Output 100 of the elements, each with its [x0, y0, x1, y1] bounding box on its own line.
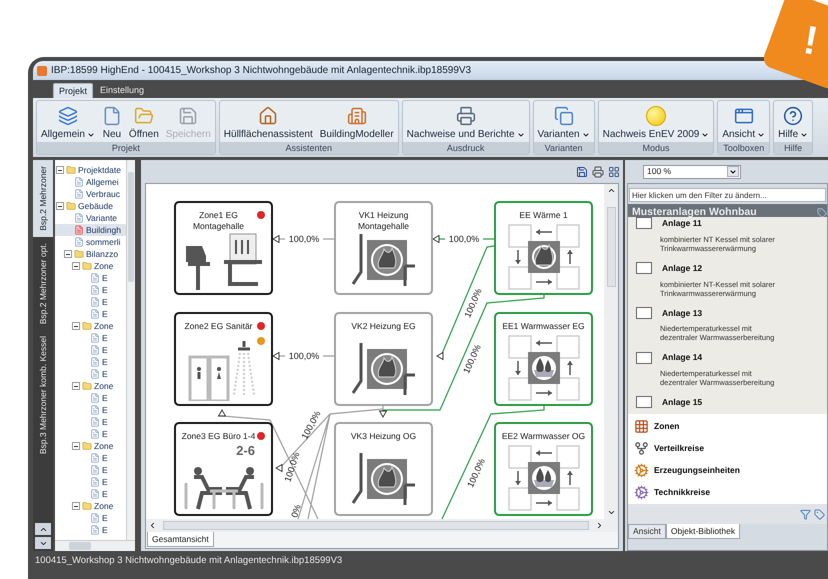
- tree-item-label[interactable]: Bilanzzo: [86, 250, 118, 258]
- ribbon-button[interactable]: Ansicht: [719, 101, 768, 142]
- collapse-toggle-icon[interactable]: [64, 250, 72, 258]
- category-item[interactable]: Zonen: [654, 420, 680, 432]
- scrollbar[interactable]: [55, 540, 135, 551]
- tree-item-label[interactable]: E: [102, 406, 108, 414]
- ribbon-button[interactable]: Hilfe: [775, 101, 812, 142]
- help-icon: [783, 106, 804, 126]
- tree-item-label[interactable]: E: [102, 454, 108, 462]
- tree-item-label[interactable]: E: [102, 346, 108, 354]
- save-icon[interactable]: [576, 166, 588, 178]
- ribbon-tab[interactable]: Projekt: [53, 83, 94, 98]
- ribbon-button[interactable]: Allgemein: [38, 101, 98, 142]
- edge-label: 100,0%: [288, 351, 320, 361]
- collapse-toggle-icon[interactable]: [72, 382, 80, 390]
- tree-item-label[interactable]: Zone: [94, 262, 114, 270]
- ribbon-button[interactable]: Varianten: [534, 101, 593, 142]
- ribbon-button[interactable]: Hüllflächenassistent: [220, 101, 316, 142]
- grid-icon[interactable]: [608, 166, 620, 178]
- tree-item-label[interactable]: Projektdate: [78, 166, 121, 174]
- side-tab[interactable]: Bsp.3 Mehrzoner komb. Kessel: [33, 330, 53, 460]
- panel-tab[interactable]: Objekt-Bibliothek: [666, 524, 740, 539]
- category-item[interactable]: Verteilkreise: [654, 442, 704, 454]
- tree-item-label[interactable]: Allgemei: [86, 178, 119, 186]
- tree-item-label[interactable]: E: [102, 394, 108, 402]
- side-tab[interactable]: Bsp.2 Mehrzoner: [33, 160, 53, 237]
- template-title[interactable]: Anlage 12: [662, 262, 702, 274]
- tree-item-label[interactable]: Zone: [94, 382, 114, 390]
- panel-tab[interactable]: Gesamtansicht: [147, 532, 214, 547]
- tree-item-label[interactable]: E: [102, 298, 108, 306]
- template-title[interactable]: Anlage 14: [662, 351, 702, 364]
- template-title[interactable]: Anlage 11: [662, 217, 702, 230]
- collapse-toggle-icon[interactable]: [56, 202, 64, 210]
- tree-row[interactable]: Buildingh: [55, 224, 126, 236]
- collapse-toggle-icon[interactable]: [72, 502, 80, 510]
- tag-icon[interactable]: [814, 508, 825, 520]
- tree-item-label[interactable]: Gebäude: [78, 202, 113, 210]
- windows-icon: [734, 106, 754, 126]
- tree-item-label[interactable]: Zone: [94, 322, 114, 330]
- tree-item-label[interactable]: E: [102, 478, 108, 486]
- tree-item-label[interactable]: E: [102, 490, 108, 498]
- filter-icon[interactable]: [800, 508, 811, 520]
- node-title: VK3 Heizung OG: [350, 431, 418, 442]
- app-logo-icon: [37, 66, 47, 76]
- node-title: EE1 Warmwasser EG: [501, 321, 586, 332]
- scrollbar[interactable]: [604, 184, 618, 519]
- document-icon: [90, 489, 100, 499]
- tree-item-label[interactable]: E: [102, 430, 108, 438]
- scroll-thumb[interactable]: [128, 172, 134, 282]
- zoom-select[interactable]: 100 %: [643, 164, 741, 178]
- template-thumbnail: [636, 396, 652, 408]
- tree-item-label[interactable]: E: [102, 334, 108, 342]
- ribbon-button[interactable]: Neu: [98, 101, 125, 142]
- tree-item-label[interactable]: E: [102, 370, 108, 378]
- filter-field[interactable]: Hier klicken um den Filter zu ändern...: [629, 188, 826, 202]
- category-item[interactable]: Erzeugungseinheiten: [654, 464, 740, 476]
- scrollbar[interactable]: [126, 160, 135, 540]
- collapse-toggle-icon[interactable]: [56, 166, 64, 174]
- tree-item-label[interactable]: E: [102, 274, 108, 282]
- collapse-toggle-icon[interactable]: [72, 322, 80, 330]
- tree-item-label[interactable]: Buildingh: [86, 226, 121, 234]
- collapse-toggle-icon[interactable]: [72, 262, 80, 270]
- tree-item-label[interactable]: E: [102, 286, 108, 294]
- side-tab[interactable]: Bsp.2 Mehrzoner opt.: [33, 236, 53, 330]
- tree-item-label[interactable]: sommerli: [86, 238, 120, 246]
- template-title[interactable]: Anlage 13: [662, 306, 702, 320]
- save-icon: [178, 106, 198, 126]
- scroll-thumb[interactable]: [163, 521, 589, 530]
- panel-tab[interactable]: Ansicht: [628, 524, 666, 539]
- tree-item-label[interactable]: E: [102, 514, 108, 522]
- template-title[interactable]: Anlage 15: [662, 396, 702, 409]
- tag-icon: [817, 208, 827, 218]
- scroll-thumb[interactable]: [69, 542, 91, 550]
- ribbon-button[interactable]: Nachweise und Berichte: [404, 101, 528, 142]
- tree-item-label[interactable]: E: [102, 466, 108, 474]
- folder-icon: [66, 165, 76, 175]
- open-folder-icon: [134, 106, 154, 126]
- collapse-toggle-icon[interactable]: [72, 442, 80, 450]
- document-icon: [90, 345, 100, 355]
- printer-icon[interactable]: [592, 166, 604, 178]
- tree-item-label[interactable]: Zone: [94, 502, 114, 510]
- scroll-down-button[interactable]: [35, 537, 51, 549]
- ribbon-button[interactable]: Nachweis EnEV 2009: [600, 101, 712, 142]
- tree-item-label[interactable]: E: [102, 358, 108, 366]
- tree-item-label[interactable]: E: [102, 310, 108, 318]
- category-item[interactable]: Technikkreise: [654, 486, 710, 498]
- scroll-up-button[interactable]: [35, 523, 51, 535]
- tree-item-label[interactable]: E: [102, 418, 108, 426]
- scroll-thumb[interactable]: [606, 207, 616, 287]
- tree-item-label[interactable]: E: [102, 526, 108, 534]
- tree-item-label[interactable]: Zone: [94, 442, 114, 450]
- tree-item-label[interactable]: Variante: [86, 214, 118, 222]
- tree-item-label[interactable]: Verbrauc: [86, 190, 120, 198]
- scrollbar[interactable]: [146, 519, 618, 532]
- ribbon-button[interactable]: BuildingModeller: [316, 101, 397, 142]
- edge-label: 0%: [289, 503, 303, 519]
- windows-icon: [554, 106, 574, 126]
- ribbon-tab[interactable]: Einstellung: [95, 83, 150, 98]
- ribbon-button[interactable]: Öffnen: [126, 101, 162, 142]
- folder-icon: [82, 321, 92, 331]
